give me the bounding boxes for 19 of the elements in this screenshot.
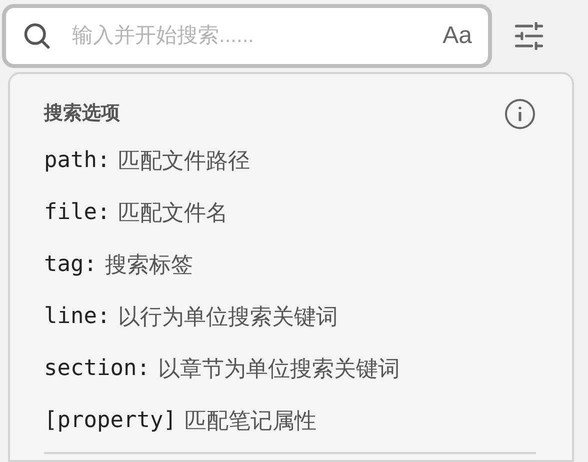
search-input[interactable]: 输入并开始搜索...... <box>72 20 435 52</box>
option-keyword: path: <box>44 146 110 174</box>
option-keyword: file: <box>44 198 110 226</box>
option-keyword: tag: <box>44 250 97 278</box>
option-keyword: line: <box>44 302 110 330</box>
option-description: 搜索标签 <box>104 250 193 278</box>
option-description: 匹配笔记属性 <box>184 406 316 434</box>
panel-title: 搜索选项 <box>44 102 120 126</box>
option-keyword: [property] <box>44 406 176 434</box>
search-field[interactable]: 输入并开始搜索...... Aa <box>2 4 492 68</box>
option-description: 以行为单位搜索关键词 <box>118 302 338 330</box>
info-icon[interactable] <box>504 98 536 130</box>
option-description: 匹配文件名 <box>118 198 228 226</box>
settings-icon[interactable] <box>512 19 546 53</box>
option-description: 以章节为单位搜索关键词 <box>158 354 400 382</box>
match-case-button[interactable]: Aa <box>442 18 472 54</box>
search-icon <box>22 21 52 51</box>
option-keyword: section: <box>44 354 150 382</box>
option-description: 匹配文件路径 <box>118 146 250 174</box>
